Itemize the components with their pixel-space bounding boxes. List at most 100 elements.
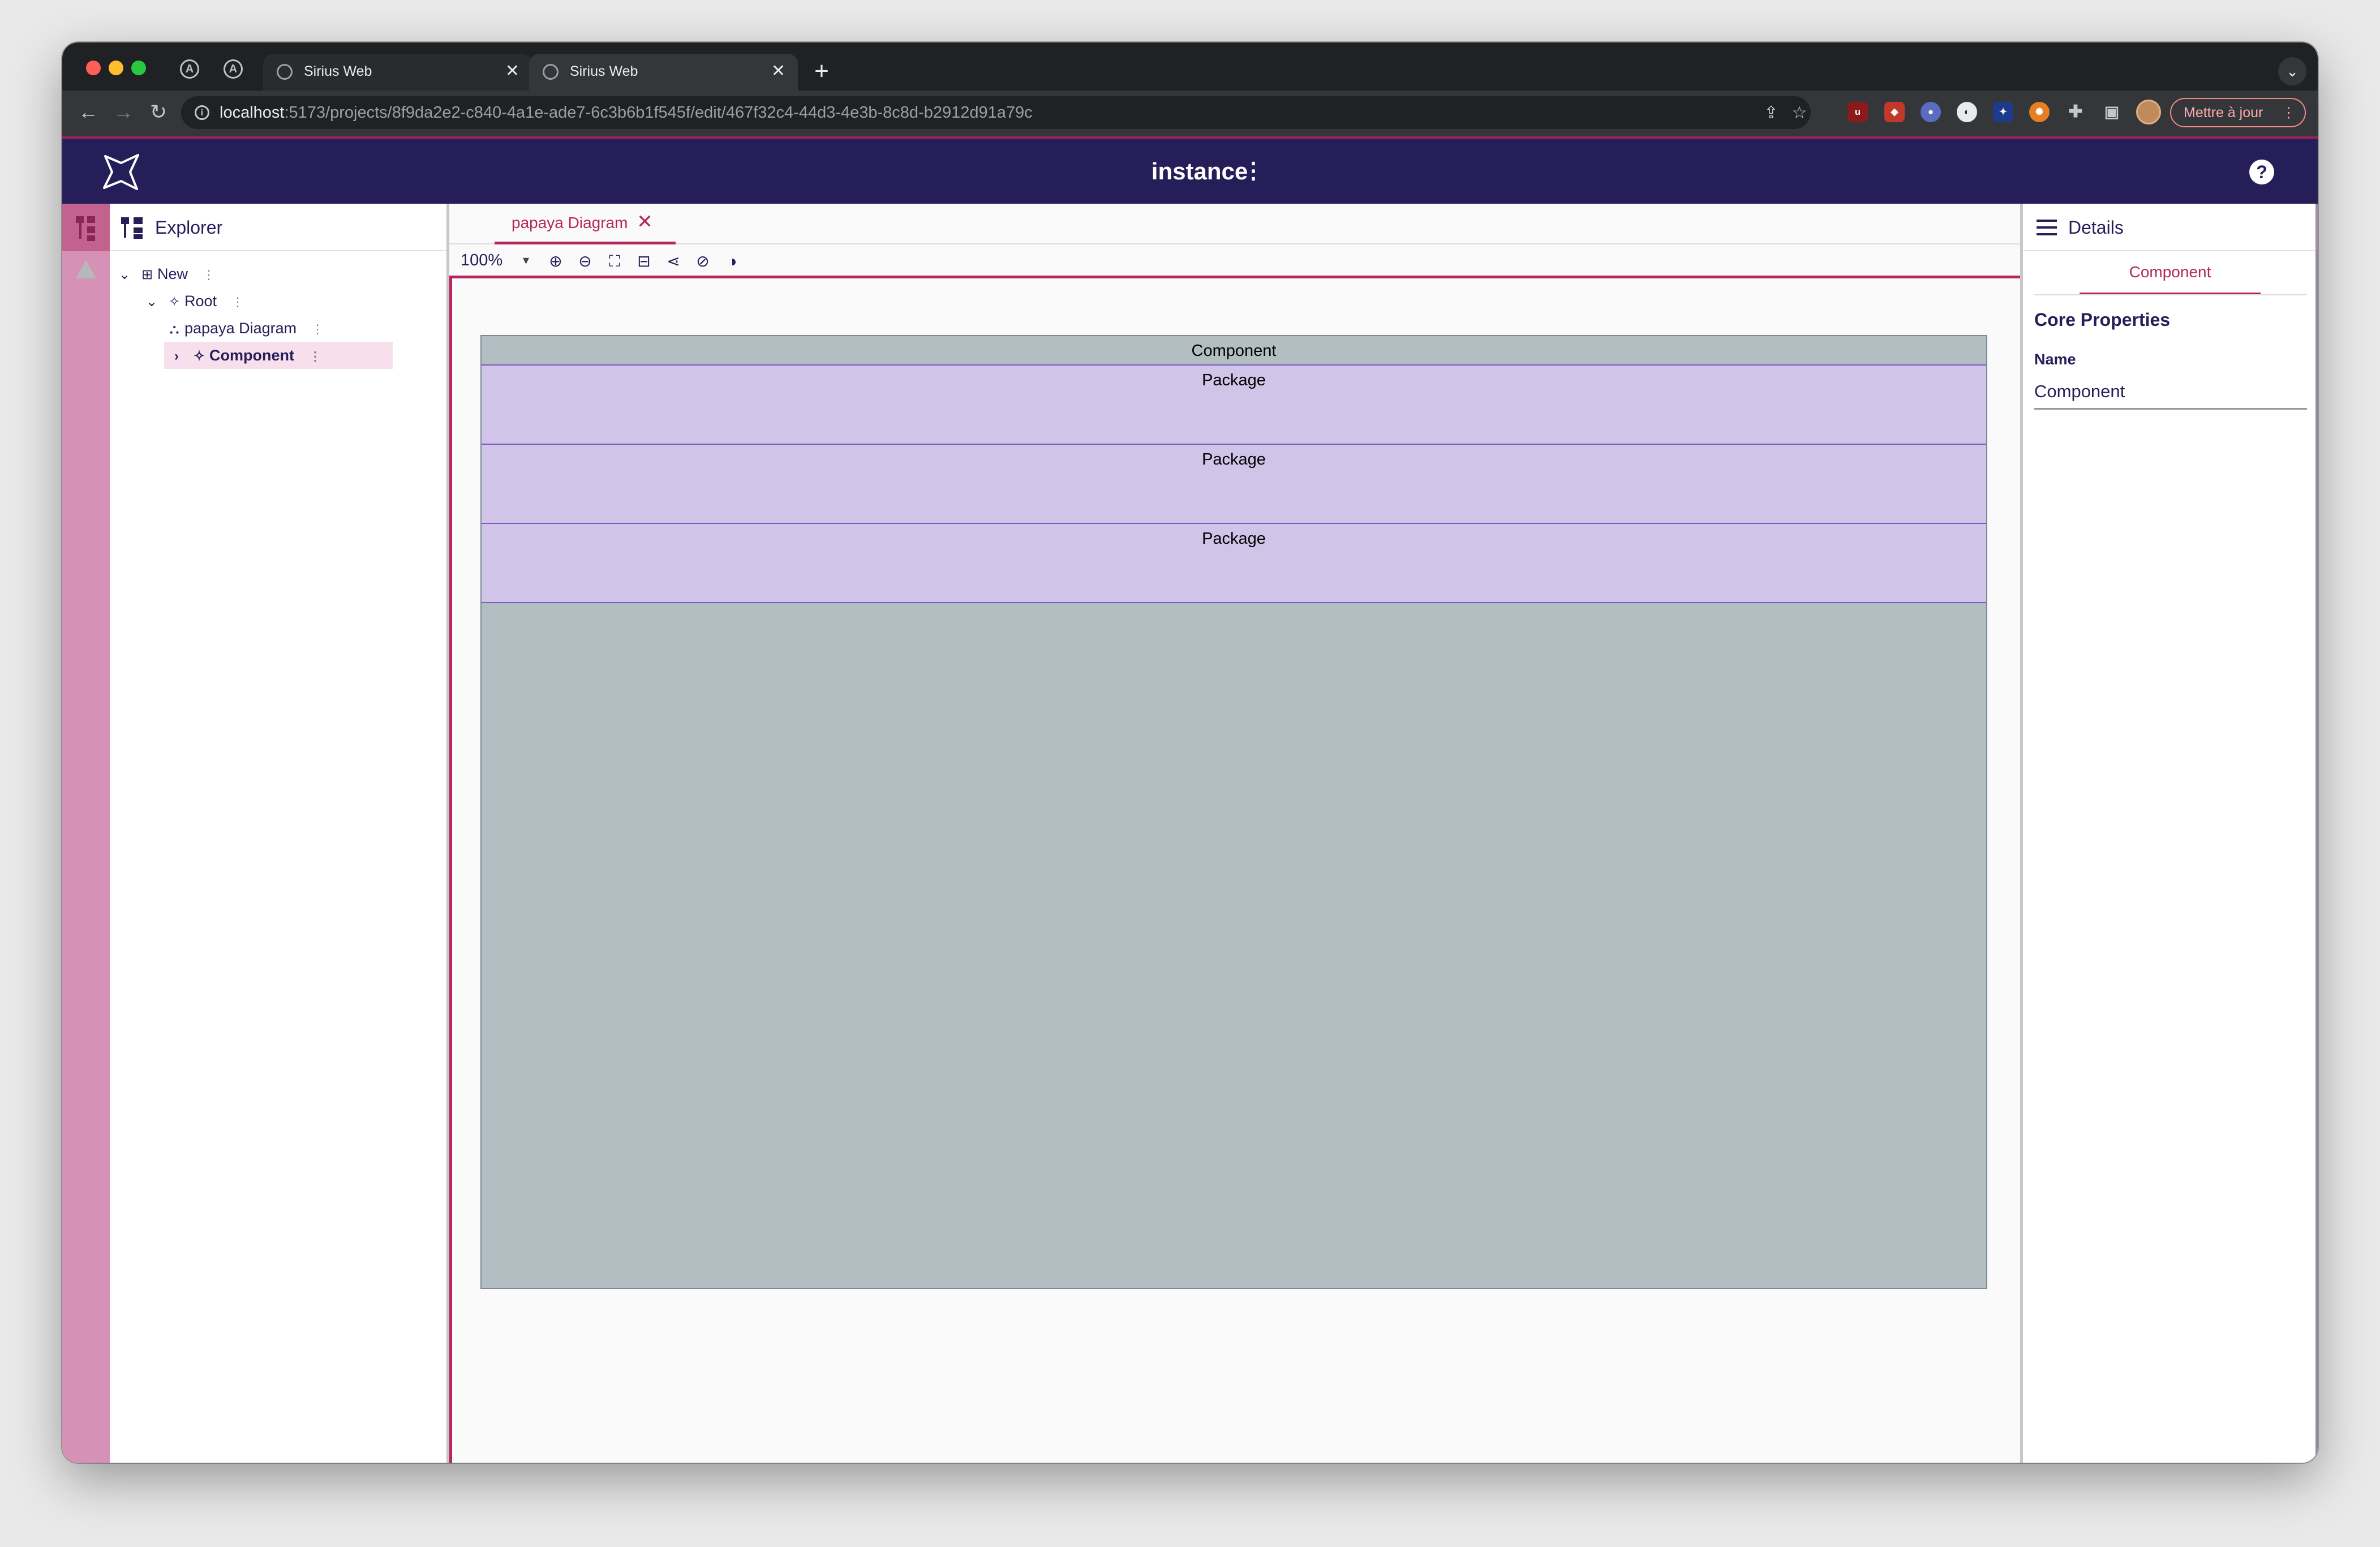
globe-icon — [277, 64, 293, 80]
url-text[interactable]: localhost:5173/projects/8f9da2e2-c840-4a… — [220, 96, 1033, 129]
explorer-header: Explorer — [110, 204, 446, 251]
package-node-label: Package — [1202, 450, 1266, 469]
extensions-puzzle-icon[interactable]: ✚ — [2065, 102, 2086, 122]
menu-lines-icon — [2037, 220, 2057, 235]
diagram-canvas[interactable]: Component Package Package Package — [449, 278, 2020, 1463]
tree-item-root[interactable]: ⌄ ✧ Root ⋮ — [139, 287, 244, 315]
chevron-down-icon[interactable]: ▾ — [523, 244, 529, 276]
tree-item-component[interactable]: › ✧ Component ⋮ — [164, 342, 393, 369]
close-tab-icon[interactable]: ✕ — [771, 54, 785, 89]
tree-item-label: New — [157, 265, 188, 282]
tab-papaya-diagram[interactable]: papaya Diagram ✕ — [495, 204, 676, 244]
explorer-rail-button[interactable] — [62, 204, 110, 251]
hide-elements-icon[interactable]: ⊘ — [693, 251, 713, 272]
editor-tab-bar: papaya Diagram ✕ — [449, 204, 2020, 244]
link-icon — [2315, 299, 2318, 346]
zoom-window-button[interactable] — [131, 61, 146, 75]
project-icon: ⊞ — [141, 267, 153, 282]
extension-red-icon[interactable]: ◆ — [1884, 102, 1905, 122]
related-elements-rail-button[interactable] — [2315, 299, 2318, 346]
help-icon[interactable]: ? — [2249, 160, 2274, 184]
tab-component[interactable]: Component — [2080, 251, 2261, 295]
more-options-icon[interactable]: ⋮ — [309, 343, 321, 370]
representations-icon — [2315, 251, 2318, 299]
validation-warning-icon[interactable] — [76, 260, 96, 278]
extension-blue-icon[interactable]: ● — [1921, 102, 1941, 122]
browser-tab-strip: A A Sirius Web ✕ Sirius Web ✕ + ⌄ — [62, 42, 2318, 91]
browser-toolbar: ← → ↻ i localhost:5173/projects/8f9da2e2… — [62, 91, 2318, 136]
package-node-label: Package — [1202, 530, 1266, 548]
close-icon[interactable]: ✕ — [637, 211, 653, 233]
zoom-in-icon[interactable]: ⊕ — [545, 251, 566, 272]
details-title: Details — [2068, 217, 2124, 238]
browser-window: A A Sirius Web ✕ Sirius Web ✕ + ⌄ ← → ↻ … — [62, 42, 2318, 1463]
globe-icon — [543, 64, 559, 80]
component-node[interactable]: Component Package Package Package — [480, 335, 1987, 1289]
explorer-title: Explorer — [155, 217, 223, 238]
diagram-editor: papaya Diagram ✕ 100% ▾ ⊕ ⊖ ⛶ ⊟ ⋖ ⊘ ◑ Co… — [449, 204, 2020, 1463]
share-icon[interactable]: ⇪ — [1760, 102, 1782, 124]
tree-item-label: Component — [209, 347, 294, 364]
package-node[interactable]: Package — [482, 366, 1986, 445]
more-options-icon[interactable]: ⋮ — [231, 289, 244, 316]
tab-search-button[interactable]: ⌄ — [2278, 57, 2306, 85]
zoom-out-icon[interactable]: ⊖ — [575, 251, 595, 272]
bookmark-star-icon[interactable]: ☆ — [1788, 102, 1811, 124]
arrange-all-icon[interactable]: ⊟ — [634, 251, 654, 272]
more-options-icon[interactable]: ⋮ — [203, 261, 215, 289]
extension-white-icon[interactable]: ◐ — [1957, 102, 1977, 122]
fit-to-screen-icon[interactable]: ⛶ — [604, 251, 625, 272]
new-tab-button[interactable]: + — [807, 58, 836, 86]
back-button[interactable]: ← — [75, 98, 102, 126]
extension-ublock-icon[interactable]: u — [1848, 102, 1868, 122]
component-node-label: Component — [482, 336, 1986, 366]
browser-menu-icon[interactable]: ⋮ — [2282, 99, 2296, 126]
representations-rail-button[interactable] — [2315, 251, 2318, 299]
browser-tab-2[interactable]: Sirius Web ✕ — [529, 54, 798, 91]
side-panel-icon[interactable]: ▣ — [2102, 102, 2122, 122]
minimize-window-button[interactable] — [109, 61, 123, 75]
zoom-level-select[interactable]: 100% — [461, 244, 502, 276]
diagram-icon: ⛬ — [169, 321, 179, 337]
close-window-button[interactable] — [86, 61, 101, 75]
details-rail-button[interactable] — [2315, 204, 2318, 251]
browser-tab-title: Sirius Web — [570, 63, 638, 79]
details-panel: Details Component Core Properties Name C… — [2020, 204, 2315, 1463]
tree-item-new[interactable]: ⌄ ⊞ New ⋮ — [112, 260, 215, 287]
update-button-label: Mettre à jour — [2184, 105, 2263, 121]
browser-tab-1[interactable]: Sirius Web ✕ — [263, 54, 532, 91]
more-options-icon[interactable]: ⋮ — [311, 316, 324, 343]
package-node[interactable]: Package — [482, 445, 1986, 524]
profile-avatar[interactable] — [2136, 100, 2161, 124]
component-icon: ✧ — [193, 349, 205, 364]
pinned-tab-2[interactable]: A — [224, 59, 243, 79]
reload-button[interactable]: ↻ — [145, 98, 172, 126]
app-header: instance ⋮ ? — [62, 139, 2318, 204]
browser-tab-title: Sirius Web — [304, 63, 372, 79]
chevron-right-icon[interactable]: › — [164, 343, 189, 370]
pinned-tab-icon: A — [229, 63, 238, 75]
site-info-icon[interactable]: i — [195, 105, 209, 120]
sirius-logo-icon[interactable] — [101, 152, 141, 192]
package-node[interactable]: Package — [482, 524, 1986, 603]
close-tab-icon[interactable]: ✕ — [505, 54, 519, 89]
update-browser-button[interactable]: Mettre à jour ⋮ — [2170, 98, 2306, 127]
tree-item-papaya-diagram[interactable]: ⛬ papaya Diagram ⋮ — [164, 315, 324, 342]
pinned-tab-1[interactable]: A — [180, 59, 199, 79]
extension-gear-icon[interactable]: ✺ — [2029, 102, 2050, 122]
project-menu-icon[interactable]: ⋮ — [1242, 155, 1265, 189]
extension-key-icon[interactable]: ✦ — [1993, 102, 2013, 122]
root-icon: ✧ — [168, 294, 181, 310]
explorer-tree-icon — [121, 217, 143, 239]
diagram-toolbar: 100% ▾ ⊕ ⊖ ⛶ ⊟ ⋖ ⊘ ◑ — [449, 244, 2020, 278]
forward-button[interactable]: → — [110, 98, 137, 126]
share-diagram-icon[interactable]: ⋖ — [663, 251, 684, 272]
contrast-icon[interactable]: ◑ — [722, 251, 742, 272]
details-lines-icon — [2315, 204, 2318, 251]
name-field[interactable]: Component — [2034, 375, 2307, 410]
editor-tab-label: papaya Diagram — [512, 214, 628, 231]
address-bar[interactable]: i localhost:5173/projects/8f9da2e2-c840-… — [181, 96, 1811, 129]
chevron-down-icon[interactable]: ⌄ — [112, 261, 137, 289]
details-header: Details — [2023, 204, 2315, 251]
chevron-down-icon[interactable]: ⌄ — [139, 289, 164, 316]
